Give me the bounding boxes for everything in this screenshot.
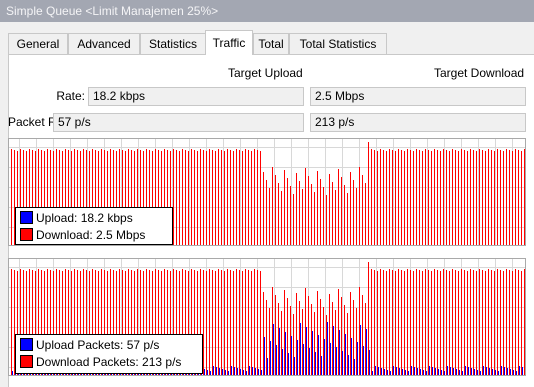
rate-download-field[interactable]: 2.5 Mbps <box>310 87 526 106</box>
rate-legend-upload: Upload: 18.2 kbps <box>36 211 133 225</box>
rate-graph: Upload: 18.2 kbps Download: 2.5 Mbps <box>8 138 526 246</box>
window-title: Simple Queue <Limit Manajemen 25%> <box>0 0 534 22</box>
packets-legend-upload: Upload Packets: 57 p/s <box>36 338 160 352</box>
rate-label: Rate: <box>56 89 85 103</box>
rate-upload-field[interactable]: 18.2 kbps <box>88 87 304 106</box>
upload-packets-swatch-icon <box>20 338 33 351</box>
packet-rate-download-field[interactable]: 213 p/s <box>310 113 526 132</box>
tab-traffic[interactable]: Traffic <box>205 30 253 55</box>
target-upload-header: Target Upload <box>228 66 303 80</box>
packet-rate-upload-field[interactable]: 57 p/s <box>53 113 304 132</box>
packets-legend: Upload Packets: 57 p/s Download Packets:… <box>15 334 203 374</box>
packet-rate-label: Packet Rate: <box>8 115 77 129</box>
rate-legend-download: Download: 2.5 Mbps <box>36 228 146 242</box>
download-packets-swatch-icon <box>20 355 33 368</box>
tab-total-statistics[interactable]: Total Statistics <box>289 33 387 54</box>
target-download-header: Target Download <box>434 66 525 80</box>
tab-total[interactable]: Total <box>253 33 289 54</box>
tab-advanced[interactable]: Advanced <box>68 33 140 54</box>
tab-statistics[interactable]: Statistics <box>140 33 206 54</box>
packets-graph: Upload Packets: 57 p/s Download Packets:… <box>8 258 526 376</box>
tab-general[interactable]: General <box>8 33 68 54</box>
rate-legend: Upload: 18.2 kbps Download: 2.5 Mbps <box>15 207 173 245</box>
download-swatch-icon <box>20 228 33 241</box>
upload-swatch-icon <box>20 211 33 224</box>
packets-legend-download: Download Packets: 213 p/s <box>36 355 182 369</box>
